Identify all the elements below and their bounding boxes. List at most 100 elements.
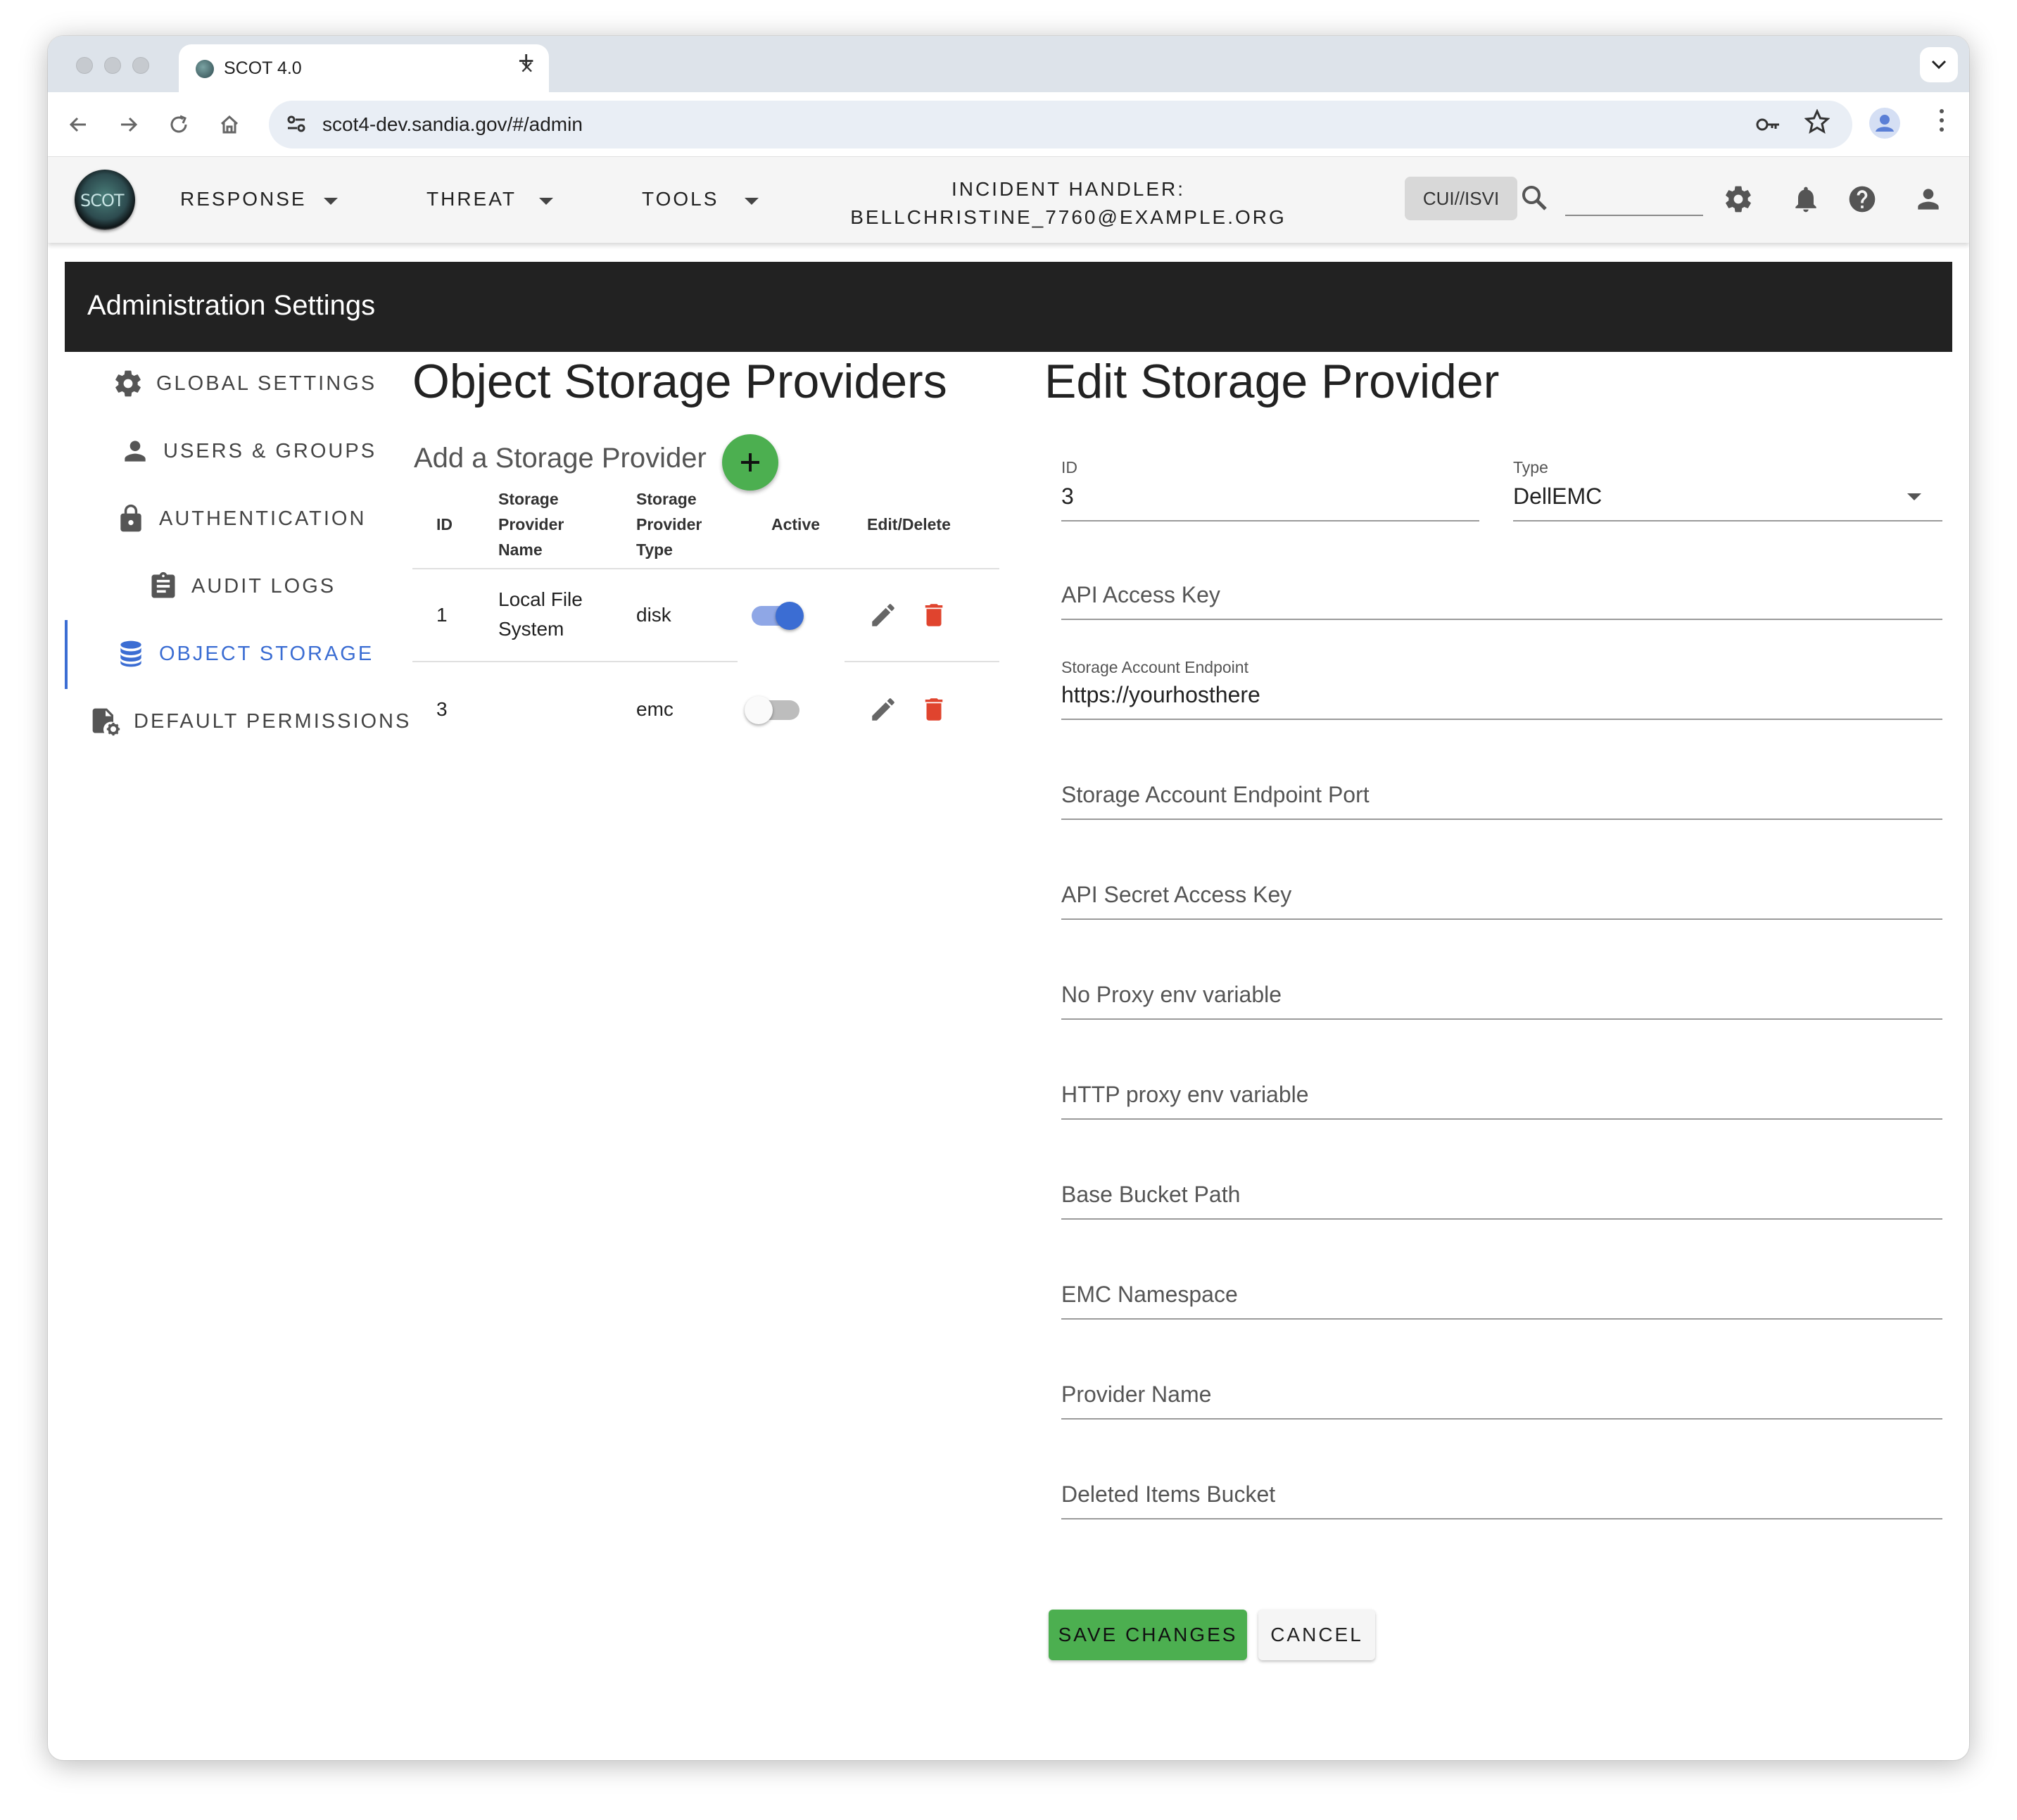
app-header: SCOT RESPONSE THREAT TOOLS INCIDENT HAND… <box>48 157 1969 243</box>
url-text: scot4-dev.sandia.gov/#/admin <box>322 113 583 135</box>
forward-icon[interactable] <box>117 113 139 136</box>
type-label: Type <box>1513 458 1548 476</box>
incident-handler: INCIDENT HANDLER: BELLCHRISTINE_7760@EXA… <box>822 175 1315 232</box>
favicon-icon <box>196 60 214 78</box>
id-underline <box>1061 520 1479 522</box>
tab-search-button[interactable] <box>1920 47 1958 82</box>
window-minimize-dot[interactable] <box>104 57 121 74</box>
site-settings-icon[interactable] <box>286 113 307 134</box>
field-underline <box>1061 918 1942 920</box>
row-divider <box>412 661 738 662</box>
gear-icon <box>115 370 141 397</box>
edit-pencil-icon[interactable] <box>868 600 898 630</box>
col-header-active: Active <box>771 515 821 533</box>
home-icon[interactable] <box>218 113 241 136</box>
handler-email: BELLCHRISTINE_7760@EXAMPLE.ORG <box>850 206 1286 228</box>
col-header-name: Storage Provider Name <box>498 486 564 562</box>
col-header-type: Storage Provider Type <box>636 486 702 562</box>
field-underline <box>1061 1118 1942 1120</box>
scot-logo[interactable]: SCOT <box>75 170 135 230</box>
sidebar-item-authentication[interactable]: AUTHENTICATION <box>115 503 366 534</box>
http-proxy-label: HTTP proxy env variable <box>1061 1082 1309 1107</box>
sidebar-active-indicator <box>65 620 68 689</box>
tab-title: SCOT 4.0 <box>224 58 302 78</box>
edit-pencil-icon[interactable] <box>868 695 898 724</box>
sidebar-item-label: USERS & GROUPS <box>163 439 377 462</box>
add-provider-label: Add a Storage Provider <box>414 443 707 474</box>
lock-icon <box>120 504 141 532</box>
back-icon[interactable] <box>68 113 90 136</box>
storage-endpoint-label: Storage Account Endpoint <box>1061 658 1248 676</box>
window-zoom-dot[interactable] <box>132 57 149 74</box>
api-secret-key-label: API Secret Access Key <box>1061 882 1292 907</box>
no-proxy-label: No Proxy env variable <box>1061 982 1282 1007</box>
person-icon <box>1876 115 1894 132</box>
field-underline <box>1061 1518 1942 1519</box>
col-header-type-line: Provider <box>636 515 702 533</box>
address-bar[interactable]: scot4-dev.sandia.gov/#/admin <box>269 101 1852 148</box>
tab-strip: SCOT 4.0 × + <box>48 36 1969 92</box>
sidebar-item-object-storage[interactable]: OBJECT STORAGE <box>115 638 374 669</box>
password-key-icon[interactable] <box>1755 112 1782 137</box>
window-close-dot[interactable] <box>76 57 93 74</box>
cell-name-line: System <box>498 618 564 640</box>
provider-name-label: Provider Name <box>1061 1382 1212 1407</box>
base-bucket-path-label: Base Bucket Path <box>1061 1182 1241 1207</box>
table-header-divider <box>412 568 999 569</box>
more-menu-icon[interactable] <box>1938 108 1945 133</box>
add-provider-button[interactable] <box>722 434 778 491</box>
cell-id: 1 <box>436 604 448 626</box>
sidebar-item-users-groups[interactable]: USERS & GROUPS <box>120 436 377 467</box>
browser-toolbar: scot4-dev.sandia.gov/#/admin <box>48 92 1969 157</box>
storage-endpoint-value: https://yourhosthere <box>1061 682 1260 707</box>
sidebar-item-global-settings[interactable]: GLOBAL SETTINGS <box>113 368 377 399</box>
toggle-knob[interactable] <box>776 602 804 630</box>
cell-name: Local File System <box>498 585 583 644</box>
field-underline <box>1061 1418 1942 1420</box>
bookmark-star-icon[interactable] <box>1804 109 1830 134</box>
cell-name-line: Local File <box>498 588 583 610</box>
profile-avatar[interactable] <box>1869 108 1900 139</box>
search-icon[interactable] <box>1520 184 1548 212</box>
search-input[interactable] <box>1565 185 1703 216</box>
endpoint-port-label: Storage Account Endpoint Port <box>1061 782 1370 807</box>
plus-icon <box>741 453 759 472</box>
browser-tab[interactable]: SCOT 4.0 × <box>179 44 549 92</box>
delete-trash-icon[interactable] <box>919 600 949 630</box>
menu-threat[interactable]: THREAT <box>426 188 517 210</box>
threat-caret-icon[interactable] <box>539 198 553 205</box>
col-header-name-line: Name <box>498 541 543 559</box>
settings-gear-icon[interactable] <box>1723 184 1754 215</box>
field-underline <box>1061 1018 1942 1020</box>
providers-title: Object Storage Providers <box>412 355 947 408</box>
field-underline <box>1061 819 1942 820</box>
help-icon[interactable] <box>1847 184 1878 215</box>
delete-trash-icon[interactable] <box>919 695 949 724</box>
new-tab-button[interactable]: + <box>518 46 534 77</box>
cell-type: disk <box>636 604 671 626</box>
menu-tools[interactable]: TOOLS <box>642 188 719 210</box>
field-underline <box>1061 1218 1942 1220</box>
emc-namespace-label: EMC Namespace <box>1061 1282 1238 1307</box>
response-caret-icon[interactable] <box>324 198 338 205</box>
tools-caret-icon[interactable] <box>745 198 759 205</box>
sidebar-item-audit-logs[interactable]: AUDIT LOGS <box>148 571 336 602</box>
row-divider <box>845 661 999 662</box>
save-changes-button[interactable]: SAVE CHANGES <box>1049 1610 1247 1660</box>
id-value: 3 <box>1061 484 1074 509</box>
edit-provider-title: Edit Storage Provider <box>1044 355 1500 408</box>
col-header-name-line: Storage <box>498 490 559 508</box>
id-label: ID <box>1061 458 1077 476</box>
sidebar-item-default-permissions[interactable]: DEFAULT PERMISSIONS <box>90 706 411 737</box>
user-account-icon[interactable] <box>1913 184 1944 215</box>
menu-response[interactable]: RESPONSE <box>180 188 307 210</box>
toggle-knob[interactable] <box>745 696 773 724</box>
notifications-bell-icon[interactable] <box>1790 184 1821 215</box>
cancel-button[interactable]: CANCEL <box>1258 1610 1375 1660</box>
dropdown-caret-icon[interactable] <box>1906 492 1923 502</box>
person-icon <box>125 441 146 462</box>
clipboard-icon <box>151 571 175 598</box>
classification-badge: CUI//ISVI <box>1405 177 1517 220</box>
col-header-type-line: Storage <box>636 490 697 508</box>
reload-icon[interactable] <box>167 113 190 136</box>
